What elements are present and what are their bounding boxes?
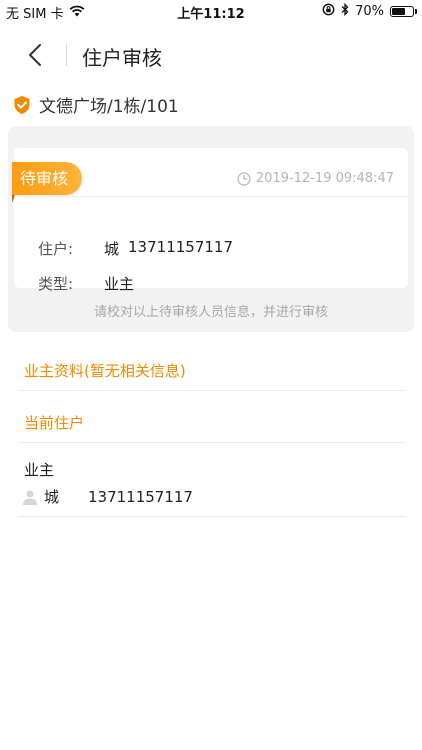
resident-list-name: 城	[44, 488, 60, 506]
bluetooth-icon	[341, 2, 349, 20]
application-card: 待审核 2019-12-19 09:48:47 住户: 城 1371115711…	[12, 148, 408, 293]
status-bar: 无 SIM 卡 上午11:12 70%	[0, 0, 422, 24]
shield-check-icon	[14, 95, 30, 114]
owner-info-header[interactable]: 业主资料(暂无相关信息)	[24, 360, 186, 381]
section-divider	[18, 516, 406, 517]
section-divider	[18, 442, 406, 443]
status-tag: 待审核	[12, 162, 83, 203]
resident-role: 业主	[24, 461, 55, 479]
location-row: 文德广场/1栋/101	[13, 92, 179, 117]
back-button[interactable]	[20, 40, 50, 70]
review-hint: 请校对以上待审核人员信息，并进行审核	[93, 305, 328, 320]
resident-item[interactable]: 城 13711157117	[22, 486, 193, 507]
resident-info-row: 住户: 城 13711157117	[38, 238, 233, 259]
resident-label: 住户:	[38, 240, 74, 258]
lock-rotation-icon	[322, 3, 335, 20]
type-info-row: 类型: 业主	[38, 273, 134, 294]
clock-icon	[237, 171, 251, 186]
resident-list-phone: 13711157117	[88, 487, 193, 506]
location-text: 文德广场/1栋/101	[39, 97, 179, 117]
type-value: 业主	[104, 275, 135, 293]
battery-icon	[390, 6, 417, 17]
current-residents-header: 当前住户	[24, 414, 85, 432]
submit-time-text: 2019-12-19 09:48:47	[255, 171, 394, 186]
status-right: 70%	[322, 2, 417, 20]
card-divider	[14, 196, 408, 197]
nav-divider	[66, 44, 67, 66]
resident-phone: 13711157117	[128, 238, 233, 256]
type-label: 类型:	[38, 275, 74, 293]
application-panel: 待审核 2019-12-19 09:48:47 住户: 城 1371115711…	[8, 126, 414, 332]
battery-percent: 70%	[355, 4, 384, 19]
page-title: 住户审核	[82, 46, 162, 70]
battery-level	[392, 8, 405, 15]
section-divider	[18, 390, 406, 391]
resident-name: 城	[104, 240, 120, 258]
back-chevron-icon	[29, 44, 41, 66]
submit-time: 2019-12-19 09:48:47	[237, 171, 394, 186]
user-avatar-icon	[23, 489, 37, 505]
nav-bar: 住户审核	[0, 30, 422, 80]
